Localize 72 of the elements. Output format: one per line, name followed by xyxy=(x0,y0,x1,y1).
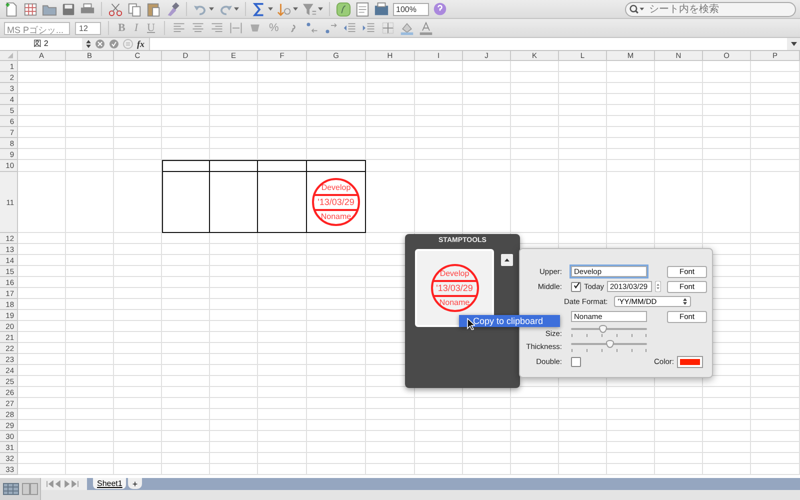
stamp-date-text: '13/03/29 xyxy=(314,194,358,210)
stamp-date-text: '13/03/29 xyxy=(432,280,476,296)
dropdown-caret-icon[interactable] xyxy=(318,7,323,11)
stamp-upper-text: Develop xyxy=(321,182,351,192)
zoom-field[interactable]: 100% xyxy=(393,2,430,16)
wrap-text-icon[interactable] xyxy=(228,21,243,35)
function-icon[interactable] xyxy=(336,2,351,16)
dropdown-caret-icon[interactable] xyxy=(293,7,298,11)
table-cell[interactable] xyxy=(258,160,307,172)
table-cell[interactable] xyxy=(162,172,210,233)
add-sheet-button[interactable]: + xyxy=(128,478,142,489)
borders-icon[interactable] xyxy=(380,21,395,35)
stamp-lower-text: Noname xyxy=(439,298,470,308)
size-slider[interactable] xyxy=(571,325,647,338)
formula-field[interactable] xyxy=(148,38,787,50)
dropdown-caret-icon[interactable] xyxy=(791,42,797,46)
increase-decimal-icon[interactable] xyxy=(304,21,319,35)
scissors-icon[interactable] xyxy=(108,2,123,16)
new-document-icon[interactable] xyxy=(4,2,19,16)
sheet-navigation-icon[interactable] xyxy=(41,478,87,490)
collapse-button-icon[interactable] xyxy=(501,254,513,266)
align-right-icon[interactable] xyxy=(210,21,224,35)
table-cell[interactable] xyxy=(210,160,258,172)
grid-icon[interactable] xyxy=(23,2,38,16)
stamp-upper-text: Develop xyxy=(440,268,470,278)
outdent-icon[interactable] xyxy=(342,21,357,35)
menu-item[interactable]: Copy to clipboard xyxy=(459,315,560,327)
today-checkbox[interactable] xyxy=(571,282,581,292)
decrease-decimal-icon[interactable] xyxy=(324,21,338,35)
stamp-lower-text: Noname xyxy=(320,212,352,222)
cancel-icon[interactable] xyxy=(95,39,105,49)
table-cell[interactable] xyxy=(307,160,366,172)
dropdown-caret-icon[interactable] xyxy=(234,7,239,11)
mouse-pointer-icon xyxy=(467,318,475,330)
table-cell[interactable] xyxy=(258,172,307,233)
sort-icon[interactable] xyxy=(277,2,292,16)
fill-color-icon[interactable] xyxy=(400,21,414,35)
name-box[interactable]: 図 2 xyxy=(0,38,82,50)
color-well[interactable] xyxy=(677,356,703,368)
select-all-icon[interactable] xyxy=(0,51,18,61)
dropdown-caret-icon[interactable] xyxy=(209,7,214,11)
align-center-icon[interactable] xyxy=(190,21,205,35)
check-icon[interactable] xyxy=(109,39,119,49)
clipboard-icon[interactable] xyxy=(146,2,161,16)
search-field[interactable]: シート内を検索 xyxy=(625,2,796,16)
font-color-icon[interactable] xyxy=(418,21,433,35)
help-icon[interactable] xyxy=(433,2,448,16)
stepper-icon[interactable] xyxy=(655,281,662,292)
save-icon[interactable] xyxy=(61,2,76,16)
insert-function-button[interactable]: fx xyxy=(137,39,144,49)
font-size-field[interactable]: 12 xyxy=(75,22,101,34)
page-layout-icon[interactable] xyxy=(22,483,38,495)
table-cell[interactable] xyxy=(210,172,258,233)
font-name-field[interactable]: MS Pゴシッ... xyxy=(4,22,70,34)
printer-icon[interactable] xyxy=(80,2,95,16)
dropdown-caret-icon[interactable] xyxy=(268,7,273,11)
copy-icon[interactable] xyxy=(127,2,142,16)
thickness-slider[interactable] xyxy=(571,340,647,353)
align-left-icon[interactable] xyxy=(172,21,186,35)
toolbox-icon[interactable] xyxy=(374,2,389,16)
brush-icon[interactable] xyxy=(165,2,180,16)
normal-view-icon[interactable] xyxy=(2,483,18,495)
sheet-tab[interactable]: Sheet1 xyxy=(93,478,126,489)
filter-icon[interactable] xyxy=(302,2,317,16)
stepper-icon xyxy=(682,298,687,305)
stepper-icon[interactable] xyxy=(86,40,91,48)
indent-icon[interactable] xyxy=(362,21,376,35)
table-cell[interactable] xyxy=(162,160,210,172)
search-icon[interactable] xyxy=(629,4,645,14)
sheet-icon[interactable] xyxy=(355,2,370,16)
equals-icon[interactable] xyxy=(123,39,133,49)
double-checkbox[interactable] xyxy=(571,356,581,366)
